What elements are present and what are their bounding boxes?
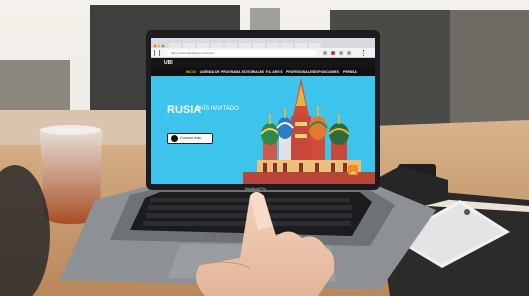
nav-item-prensa[interactable]: PRENSA bbox=[343, 68, 357, 76]
menu-kebab-icon[interactable] bbox=[363, 50, 365, 56]
nav-item-exposiciones[interactable]: EXPOSICIONES bbox=[314, 68, 339, 76]
site-logo[interactable]: UBI bbox=[164, 59, 173, 67]
back-icon[interactable] bbox=[154, 50, 157, 56]
extension-icon[interactable] bbox=[331, 51, 335, 55]
nav-item-inicio[interactable]: INICIO bbox=[186, 68, 196, 76]
nav-item-agenda[interactable]: AGENDA DE bbox=[200, 68, 220, 76]
nav-item-editoriales[interactable]: EDITORIALES bbox=[242, 68, 264, 76]
extension-icon[interactable] bbox=[339, 51, 343, 55]
cta-button[interactable]: Conocer más bbox=[167, 133, 213, 144]
site-header: UBI bbox=[151, 58, 375, 68]
chevron-up-icon bbox=[350, 171, 356, 175]
browser-toolbar: http://www.sietebijsaro.com/ruso bbox=[151, 48, 375, 58]
nav-item-fil-args[interactable]: F.IL ARG'S bbox=[266, 68, 283, 76]
scroll-top-button[interactable] bbox=[348, 165, 358, 175]
photo-scene: http://www.sietebijsaro.com/ruso UBI INI… bbox=[0, 0, 529, 296]
browser-tab-strip[interactable] bbox=[151, 38, 375, 50]
hero-subtitle: PAÍS INVITADO bbox=[196, 106, 239, 112]
nav-item-profesionales[interactable]: PROFESIONALES bbox=[286, 68, 314, 76]
extension-icon[interactable] bbox=[323, 51, 327, 55]
forward-icon[interactable] bbox=[159, 50, 162, 56]
laptop-screen: http://www.sietebijsaro.com/ruso UBI INI… bbox=[151, 38, 375, 184]
address-bar[interactable]: http://www.sietebijsaro.com/ruso bbox=[167, 50, 317, 56]
extension-icon[interactable] bbox=[347, 51, 351, 55]
cta-button-label: Conocer más bbox=[180, 136, 201, 140]
site-nav: INICIO AGENDA DE PROGRAMA EDITORIALES F.… bbox=[151, 68, 375, 76]
nav-item-programa[interactable]: PROGRAMA bbox=[221, 68, 241, 76]
laptop-model-label: MacBook Pro bbox=[245, 187, 267, 191]
info-icon bbox=[171, 135, 178, 142]
